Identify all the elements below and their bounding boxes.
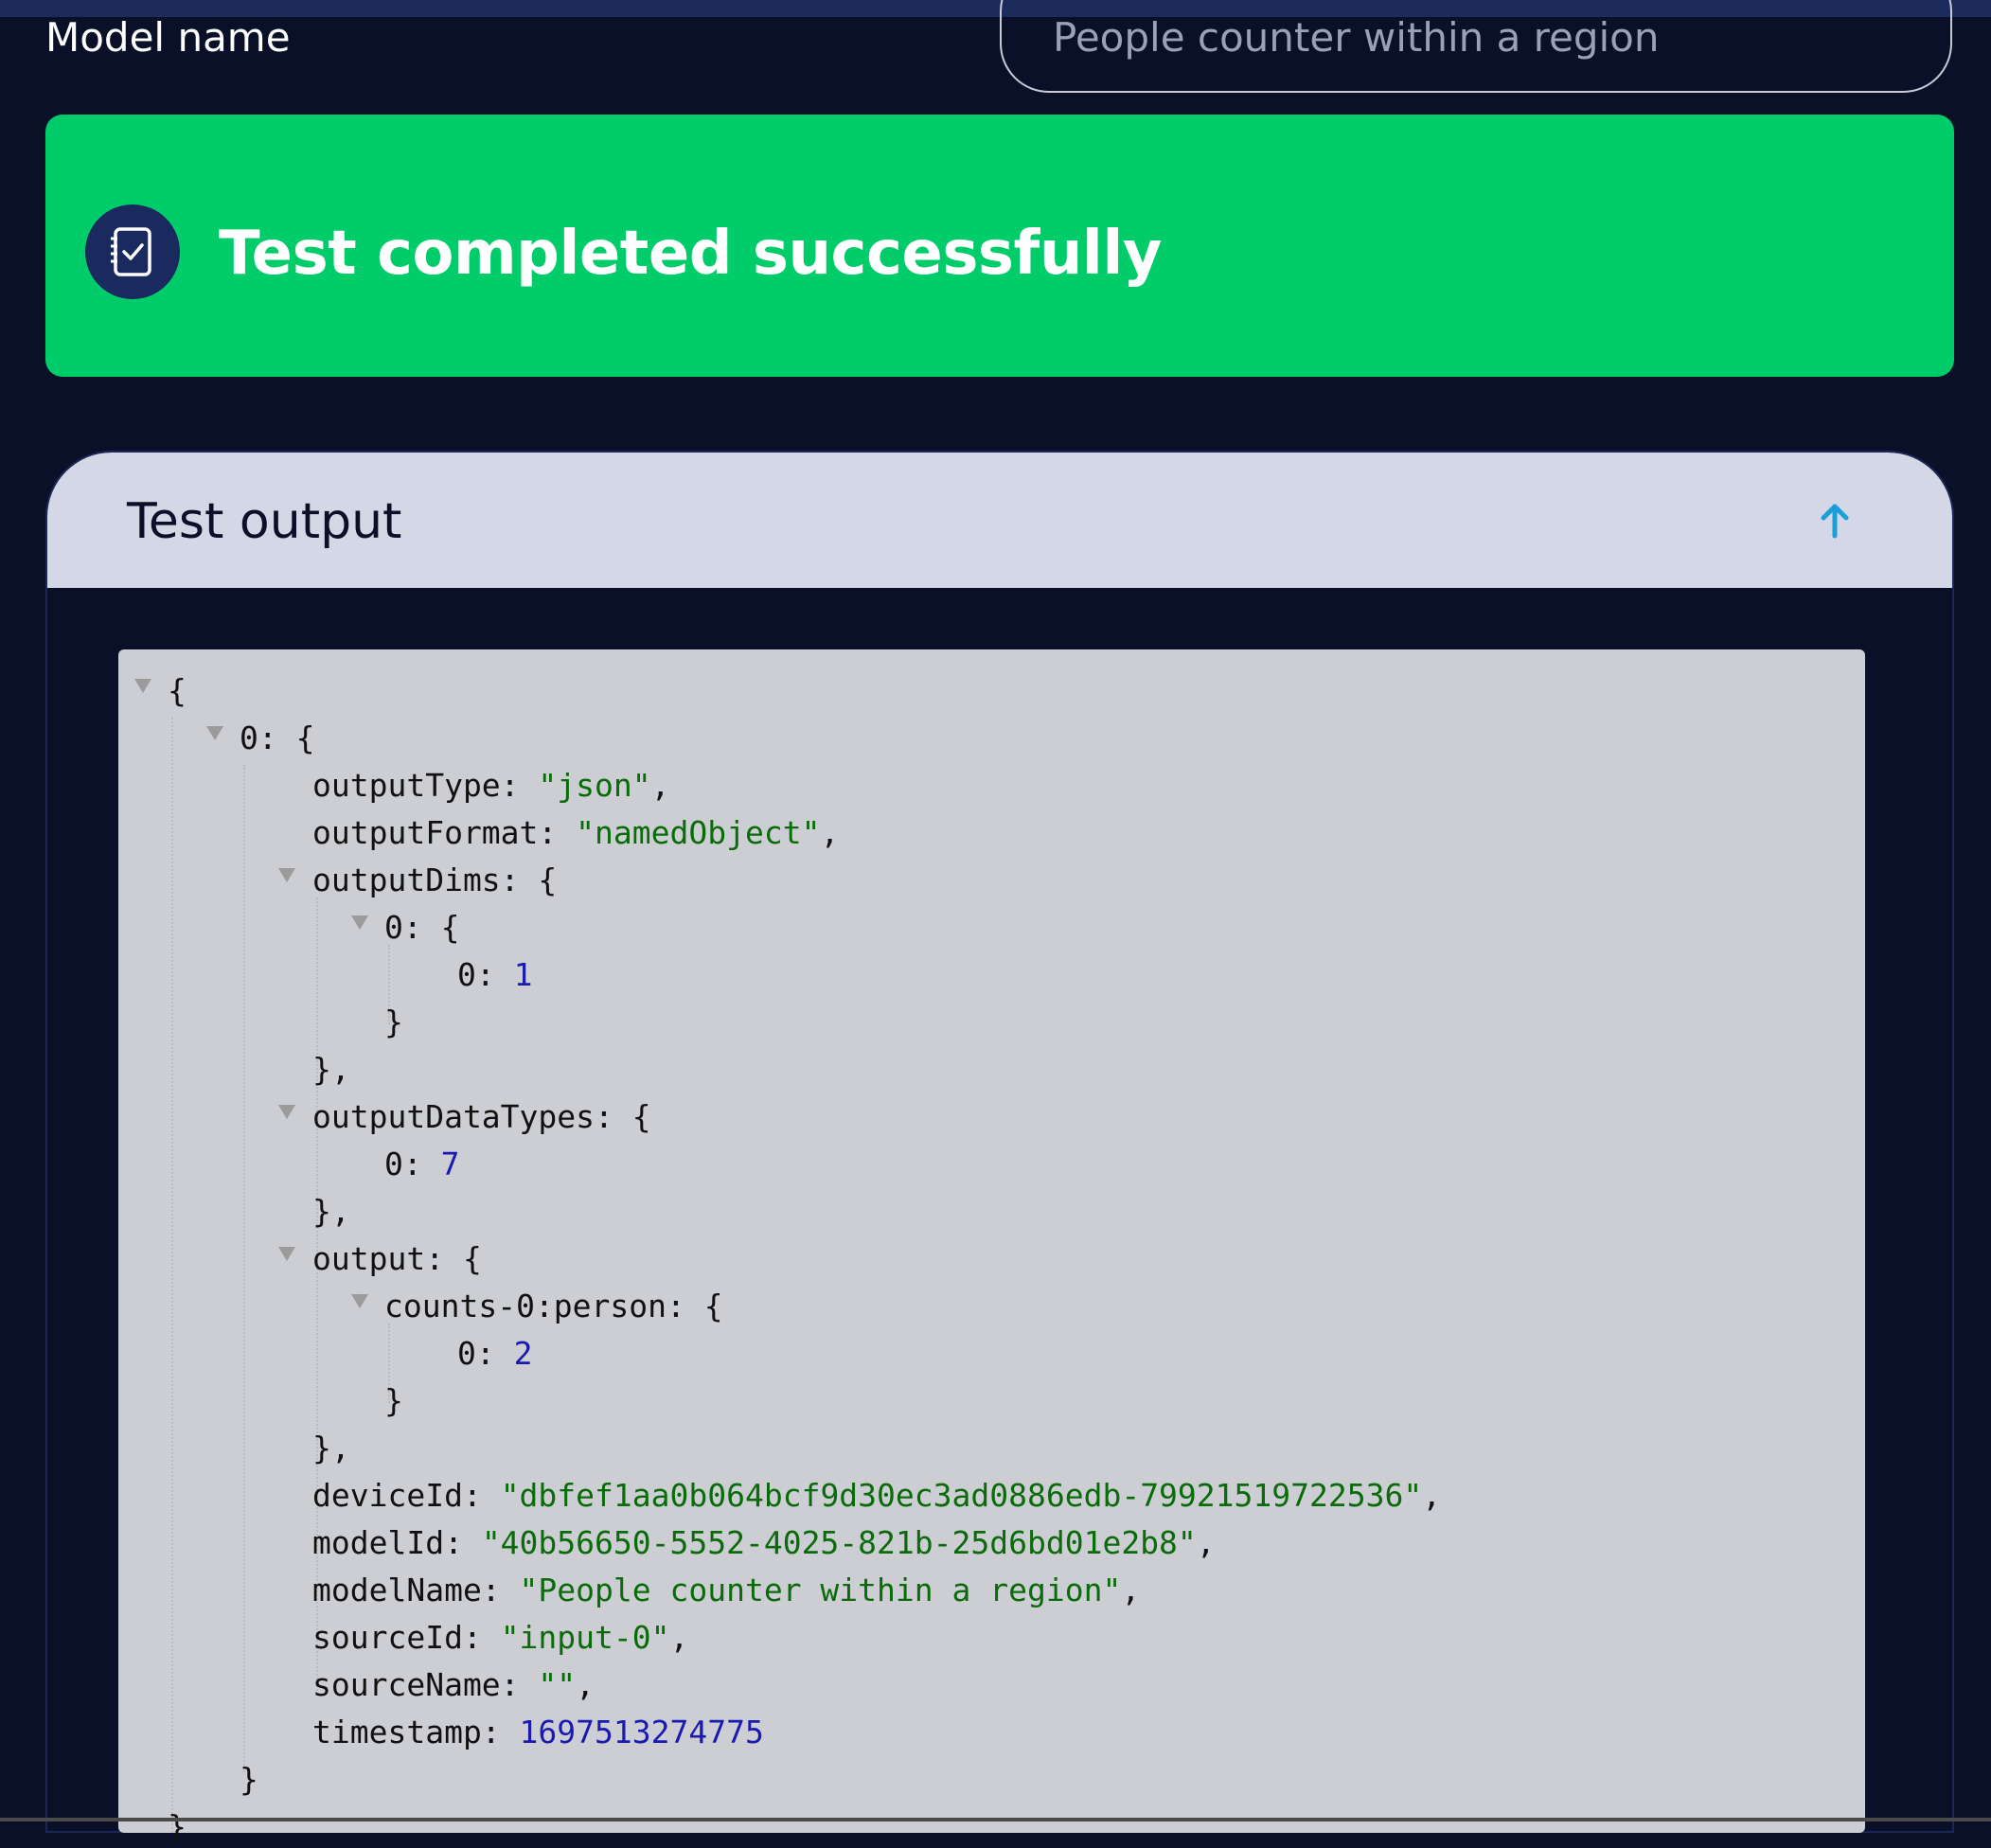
model-name-value: People counter within a region: [1053, 14, 1660, 61]
json-value: "dbfef1aa0b064bcf9d30ec3ad0886edb-799215…: [500, 1477, 1423, 1514]
json-line: sourceName: "",: [312, 1666, 596, 1703]
indent-guide: [171, 718, 173, 1833]
success-banner: Test completed successfully: [45, 115, 1954, 377]
window-bottom-edge: [0, 1818, 1991, 1821]
json-line: sourceId: "input-0",: [312, 1619, 689, 1656]
json-line: 0: {: [240, 718, 314, 759]
json-value: 2: [513, 1335, 533, 1372]
json-line: 0: {: [384, 909, 460, 946]
indent-guide: [243, 765, 245, 1772]
json-line: outputDataTypes: {: [312, 1098, 651, 1135]
notebook-check-icon: [85, 204, 180, 299]
json-line: }: [384, 1004, 403, 1040]
json-value: 7: [440, 1146, 460, 1182]
json-value: "namedObject": [576, 814, 821, 851]
json-key: outputFormat:: [312, 814, 577, 851]
model-name-input[interactable]: People counter within a region: [1000, 0, 1952, 93]
panel-header[interactable]: Test output: [47, 453, 1952, 588]
json-value: "json": [538, 767, 651, 804]
json-line: {: [168, 672, 187, 709]
json-line: },: [312, 1051, 350, 1088]
collapse-toggle[interactable]: [351, 915, 368, 930]
json-brace: {: [295, 720, 315, 756]
json-line: outputDims: {: [312, 862, 558, 898]
collapse-toggle[interactable]: [134, 679, 151, 693]
json-key: 0:: [457, 1335, 514, 1372]
collapse-toggle[interactable]: [278, 1105, 295, 1119]
json-line: 0: 2: [457, 1333, 532, 1375]
json-viewer: { 0: { outputType: "json", outputFormat:…: [118, 649, 1865, 1845]
json-key: outputDataTypes:: [312, 1098, 632, 1135]
json-line: outputType: "json",: [312, 767, 670, 804]
json-line: }: [384, 1382, 403, 1419]
json-key: modelName:: [312, 1572, 520, 1608]
json-key: 0:: [384, 1146, 441, 1182]
json-line: output: {: [312, 1240, 482, 1277]
json-line: },: [312, 1193, 350, 1230]
json-line: 0: 1: [457, 954, 532, 996]
collapse-toggle[interactable]: [351, 1294, 368, 1308]
collapse-toggle[interactable]: [278, 1247, 295, 1261]
json-key: outputDims:: [312, 862, 539, 898]
json-key: 0:: [240, 720, 296, 756]
json-key: 0:: [384, 909, 441, 946]
json-line: }: [168, 1808, 187, 1845]
json-key: 0:: [457, 956, 514, 993]
json-line: deviceId: "dbfef1aa0b064bcf9d30ec3ad0886…: [312, 1477, 1442, 1514]
json-value: "input-0": [500, 1619, 670, 1656]
panel-title: Test output: [127, 493, 402, 550]
json-key: sourceId:: [312, 1619, 501, 1656]
json-line: modelName: "People counter within a regi…: [312, 1572, 1141, 1608]
json-value: 1: [513, 956, 533, 993]
collapse-toggle[interactable]: [278, 868, 295, 882]
json-key: deviceId:: [312, 1477, 501, 1514]
json-line: timestamp: 1697513274775: [312, 1712, 764, 1753]
model-name-label: Model name: [45, 14, 291, 61]
collapse-toggle[interactable]: [206, 726, 223, 740]
json-line: counts-0:person: {: [384, 1288, 723, 1324]
json-key: output:: [312, 1240, 463, 1277]
json-key: sourceName:: [312, 1666, 539, 1703]
json-key: modelId:: [312, 1524, 482, 1561]
json-line: modelId: "40b56650-5552-4025-821b-25d6bd…: [312, 1524, 1216, 1561]
json-key: timestamp:: [312, 1714, 520, 1750]
arrow-up-icon[interactable]: [1808, 494, 1861, 547]
json-key: outputType:: [312, 767, 539, 804]
json-key: counts-0:person:: [384, 1288, 704, 1324]
json-line: }: [240, 1761, 258, 1798]
json-value: "": [538, 1666, 577, 1703]
json-value: "People counter within a region": [519, 1572, 1122, 1608]
banner-title: Test completed successfully: [219, 219, 1163, 289]
json-value: "40b56650-5552-4025-821b-25d6bd01e2b8": [481, 1524, 1197, 1561]
json-line: },: [312, 1430, 350, 1466]
json-line: outputFormat: "namedObject",: [312, 814, 840, 851]
json-value: 1697513274775: [519, 1714, 764, 1750]
json-line: 0: 7: [384, 1144, 459, 1185]
